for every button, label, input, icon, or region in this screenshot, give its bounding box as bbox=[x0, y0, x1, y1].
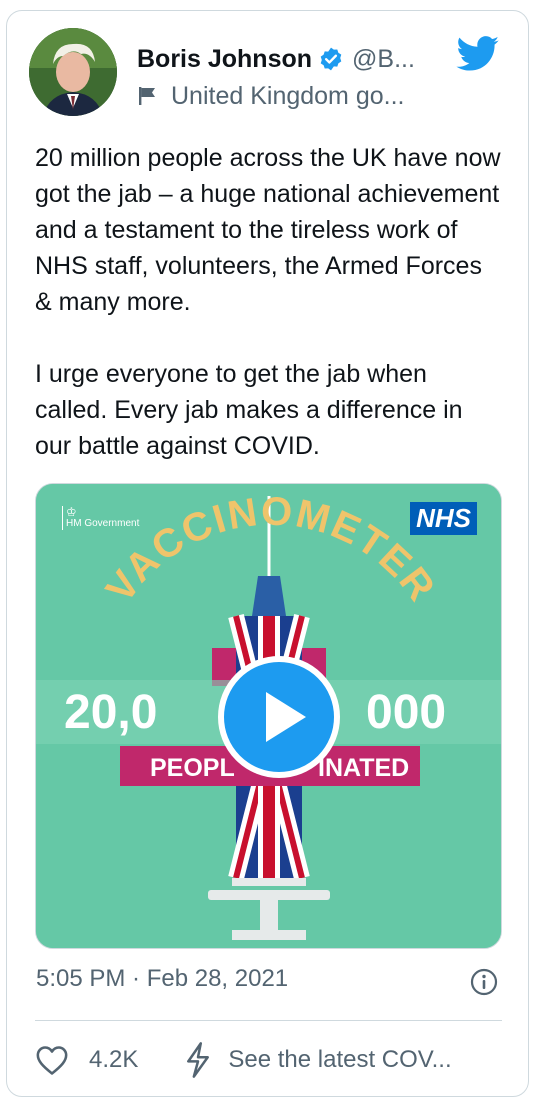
like-count: 4.2K bbox=[89, 1046, 139, 1073]
twitter-bird-icon[interactable] bbox=[456, 36, 500, 72]
avatar-image bbox=[29, 28, 117, 116]
lightning-icon bbox=[187, 1042, 210, 1078]
play-icon bbox=[266, 692, 306, 742]
hm-government-logo: ♔ HM Government bbox=[62, 506, 139, 530]
play-button[interactable] bbox=[218, 656, 340, 778]
author-handle[interactable]: @B... bbox=[352, 45, 415, 74]
heart-icon bbox=[36, 1046, 68, 1075]
crest-icon: ♔ bbox=[66, 505, 77, 519]
author-name[interactable]: Boris Johnson bbox=[137, 45, 312, 74]
info-icon[interactable] bbox=[470, 968, 498, 996]
count-right: 000 bbox=[366, 686, 446, 739]
count-left: 20,0 bbox=[64, 686, 157, 739]
covid-link-label: See the latest COV... bbox=[228, 1046, 452, 1073]
avatar[interactable] bbox=[29, 28, 117, 116]
gov-label: HM Government bbox=[66, 518, 140, 529]
author-row: Boris Johnson @B... bbox=[137, 42, 415, 76]
verified-badge-icon bbox=[318, 46, 344, 72]
covid-info-link[interactable]: See the latest COV... bbox=[184, 1042, 452, 1078]
banner-left: PEOPL bbox=[150, 754, 235, 782]
affiliation-label: United Kingdom go... bbox=[171, 81, 405, 110]
action-bar: 4.2K See the latest COV... bbox=[35, 1040, 505, 1080]
flag-icon bbox=[137, 85, 159, 107]
affiliation-row: United Kingdom go... bbox=[137, 80, 404, 112]
tweet-timestamp[interactable]: 5:05 PM · Feb 28, 2021 bbox=[36, 965, 288, 993]
video-thumbnail[interactable]: VACCINOMETER 20,0 000 PEOPL INATED ♔ HM … bbox=[35, 483, 502, 949]
tweet-paragraph: 20 million people across the UK have now… bbox=[35, 144, 501, 316]
divider bbox=[35, 1020, 502, 1021]
tweet-text: 20 million people across the UK have now… bbox=[35, 140, 505, 464]
tweet-paragraph: I urge everyone to get the jab when call… bbox=[35, 360, 463, 460]
like-button[interactable]: 4.2K bbox=[35, 1044, 138, 1076]
nhs-logo: NHS bbox=[410, 502, 477, 535]
